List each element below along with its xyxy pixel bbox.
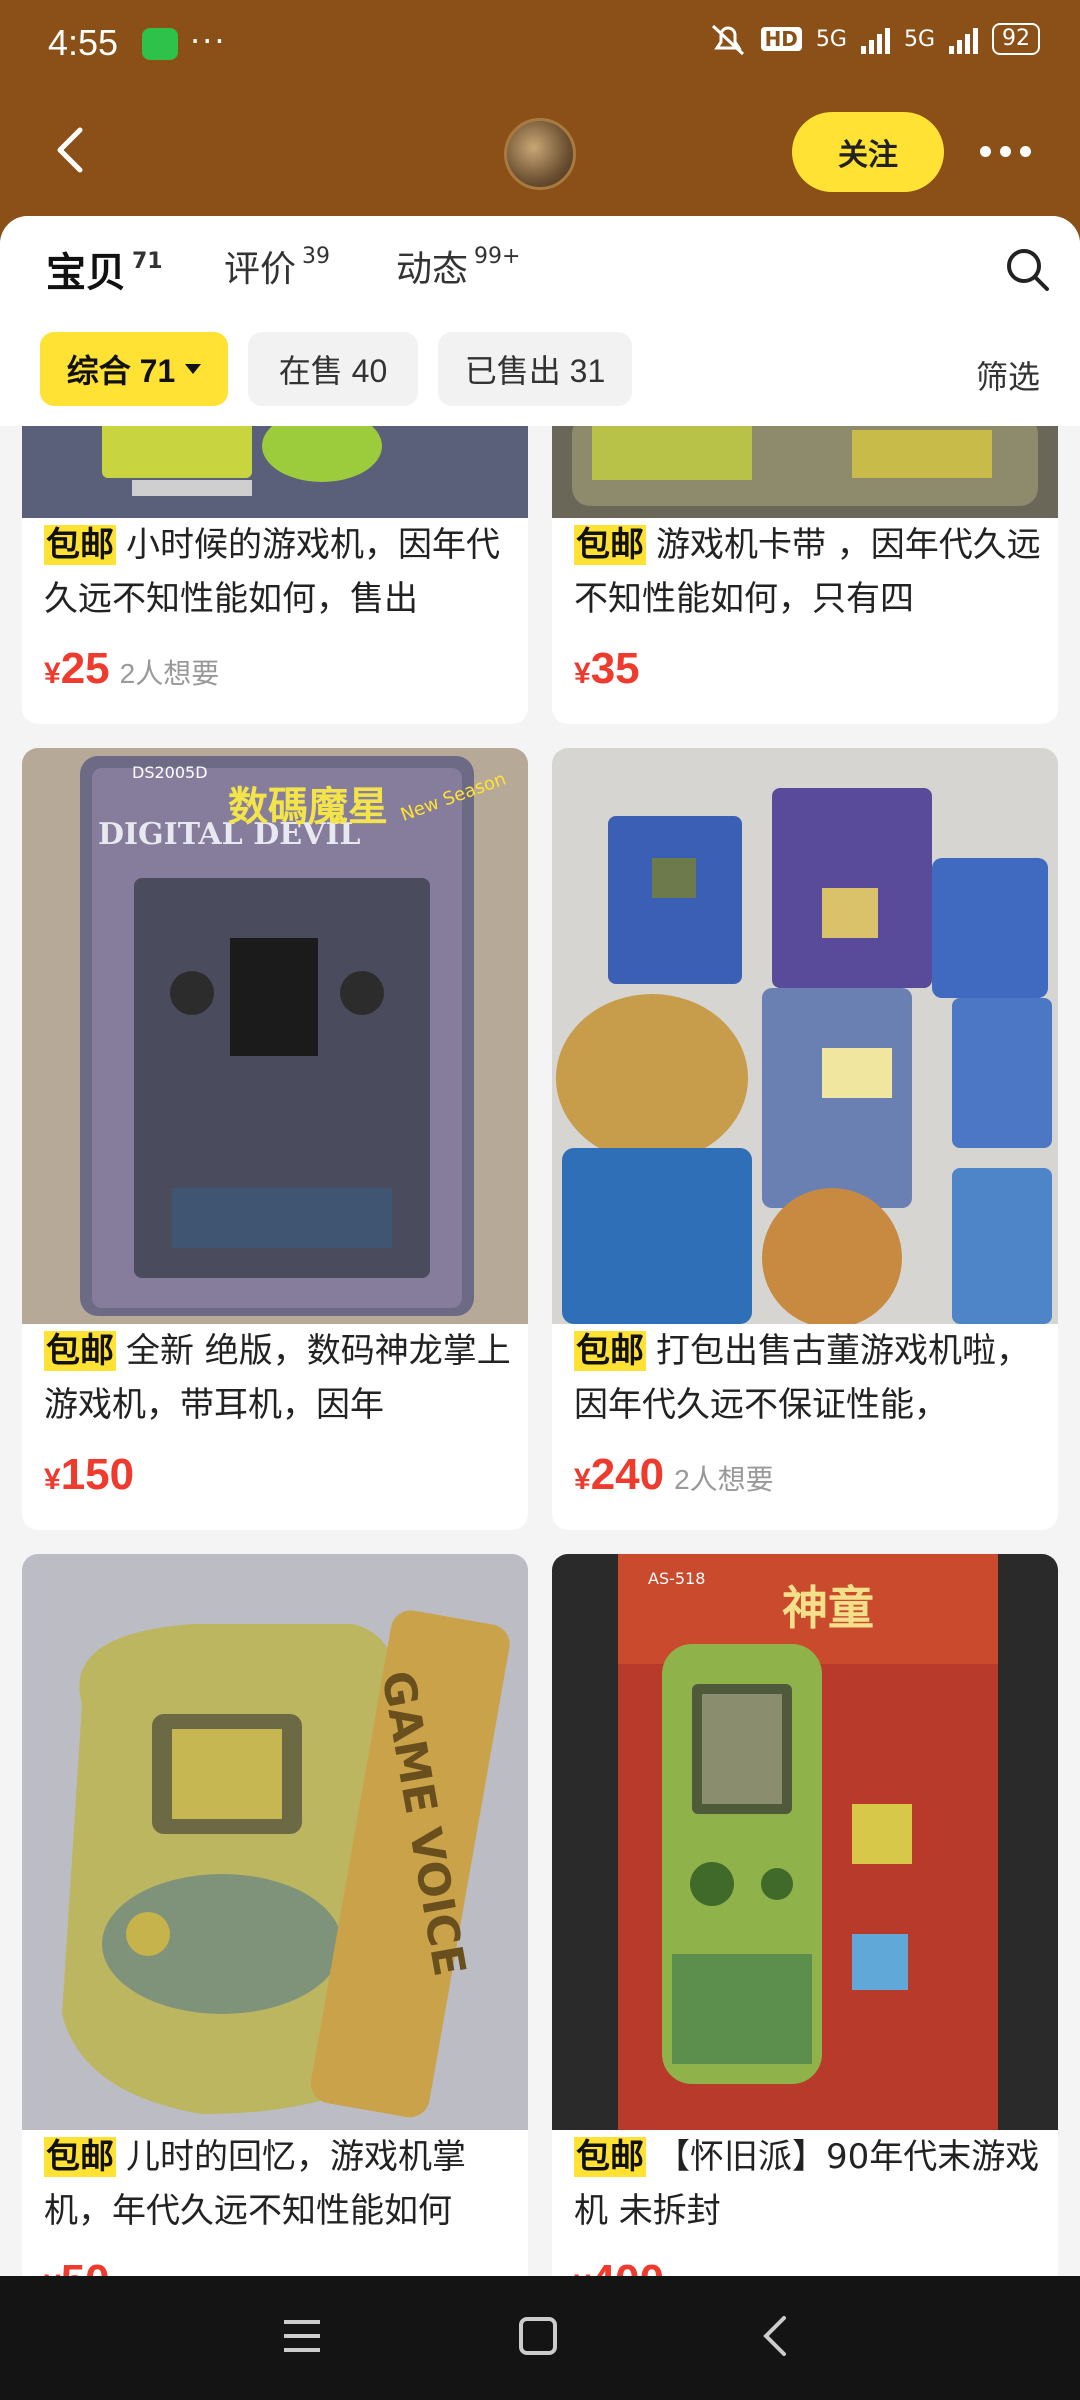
hd-icon: HD	[760, 27, 802, 51]
product-title: 包邮 小时候的游戏机，因年代久远不知性能如何，售出	[44, 518, 514, 626]
product-card[interactable]: 包邮 游戏机卡带 ，因年代久远不知性能如何，只有四 ¥35	[552, 426, 1058, 724]
menu-icon[interactable]	[282, 2316, 322, 2356]
free-shipping-badge: 包邮	[44, 2137, 116, 2177]
product-price: ¥35	[574, 644, 650, 694]
back-icon[interactable]	[756, 2316, 796, 2356]
currency-symbol: ¥	[574, 657, 591, 690]
product-card[interactable]: 包邮 小时候的游戏机，因年代久远不知性能如何，售出 ¥25 2人想要	[22, 426, 528, 724]
product-image: DIGITAL DEVIL 数碼魔星 DS2005D New Season	[22, 748, 528, 1324]
price-value: 400	[591, 2256, 664, 2276]
tab-moments[interactable]: 动态 99+	[396, 240, 520, 292]
signal-icon	[860, 24, 890, 54]
price-value: 240	[590, 1450, 665, 1499]
filter-chip-all-label: 综合 71	[66, 353, 176, 389]
free-shipping-badge: 包邮	[574, 2137, 646, 2177]
more-options-icon[interactable]	[980, 146, 1031, 157]
tab-moments-label: 动态	[396, 249, 469, 290]
currency-symbol: ¥	[574, 1463, 591, 1496]
tab-reviews-count: 39	[302, 244, 331, 269]
more-notifications-icon: ···	[190, 22, 227, 60]
free-shipping-badge: 包邮	[44, 525, 116, 565]
status-icons: HD 5G 5G 92	[709, 22, 1040, 56]
product-title: 包邮 全新 绝版，数码神龙掌上游戏机，带耳机，因年	[44, 1324, 514, 1432]
product-image: GAME VOICE	[22, 1554, 528, 2130]
filter-chip-on-sale[interactable]: 在售 40	[248, 332, 418, 406]
filter-bar: 综合 71 在售 40 已售出 31 筛选	[0, 316, 1080, 426]
product-price: ¥240 2人想要	[574, 1450, 774, 1500]
tab-moments-count: 99+	[474, 244, 521, 269]
product-price: ¥400	[574, 2256, 674, 2276]
product-grid: 包邮 小时候的游戏机，因年代久远不知性能如何，售出 ¥25 2人想要 包邮 游戏机卡带…	[0, 426, 1080, 2276]
thumb-cn-text: 数碼魔星	[228, 784, 388, 830]
free-shipping-badge: 包邮	[574, 525, 646, 565]
product-image	[552, 748, 1058, 1324]
product-price: ¥150	[44, 1450, 144, 1500]
back-arrow-icon[interactable]	[52, 126, 88, 174]
tab-reviews[interactable]: 评价 39	[224, 240, 330, 292]
seller-avatar[interactable]	[504, 118, 576, 190]
currency-symbol: ¥	[44, 2269, 61, 2276]
battery-icon: 92	[992, 23, 1040, 55]
want-count: 2人想要	[674, 1464, 774, 1495]
currency-symbol: ¥	[44, 657, 61, 690]
product-card[interactable]: 包邮 打包出售古董游戏机啦，因年代久远不保证性能， ¥240 2人想要	[552, 748, 1058, 1530]
filter-chip-all[interactable]: 综合 71	[40, 332, 228, 406]
product-title: 包邮 打包出售古董游戏机啦，因年代久远不保证性能，	[574, 1324, 1044, 1432]
product-card[interactable]: DIGITAL DEVIL 数碼魔星 DS2005D New Season 包邮…	[22, 748, 528, 1530]
product-title: 包邮 游戏机卡带 ，因年代久远不知性能如何，只有四	[574, 518, 1044, 626]
price-value: 35	[590, 644, 640, 693]
price-value: 50	[61, 2256, 110, 2276]
chevron-down-icon	[185, 364, 202, 374]
shop-header: 关注	[0, 92, 1080, 216]
product-card[interactable]: GAME VOICE 包邮儿时的回忆，游戏机掌机，年代久远不知性能如何 ¥50	[22, 1554, 528, 2276]
price-value: 25	[60, 644, 110, 693]
thumb-cn-text: 神童	[782, 1581, 874, 1635]
thumb-model-text: AS-518	[648, 1569, 705, 1588]
wechat-icon	[142, 28, 178, 60]
tab-items-count: 71	[132, 249, 163, 274]
network-5g-label-2: 5G	[903, 26, 935, 52]
product-card[interactable]: AS-518 神童 包邮【怀旧派】90年代末游戏机 未拆封 ¥400	[552, 1554, 1058, 2276]
free-shipping-badge: 包邮	[44, 1331, 116, 1371]
system-nav-bar	[0, 2276, 1080, 2400]
mute-icon	[711, 24, 744, 56]
status-bar: 4:55 ··· HD 5G 5G 92	[0, 0, 1080, 92]
product-image	[22, 426, 528, 518]
follow-button[interactable]: 关注	[792, 112, 944, 192]
price-value: 150	[60, 1450, 135, 1499]
currency-symbol: ¥	[574, 2269, 591, 2276]
tab-items-label: 宝贝	[46, 250, 126, 296]
signal-icon-2	[949, 24, 978, 54]
tab-items[interactable]: 宝贝 71	[46, 240, 163, 298]
currency-symbol: ¥	[44, 1463, 61, 1496]
product-title: 包邮 【怀旧派】90年代末游戏机 未拆封	[574, 2130, 1044, 2238]
filter-button[interactable]: 筛选	[976, 352, 1040, 398]
product-image: AS-518 神童	[552, 1554, 1058, 2130]
product-title: 包邮 儿时的回忆，游戏机掌机，年代久远不知性能如何	[44, 2130, 514, 2238]
content-panel: 宝贝 71 评价 39 动态 99+ 综合 71 在售 40 已售出 31 筛选 包邮…	[0, 216, 1080, 2276]
free-shipping-badge: 包邮	[574, 1331, 646, 1371]
network-5g-label: 5G	[815, 26, 847, 52]
thumb-model-text: DS2005D	[132, 763, 208, 782]
status-time: 4:55	[48, 22, 119, 63]
home-icon[interactable]	[518, 2316, 558, 2356]
product-image	[552, 426, 1058, 518]
tab-bar: 宝贝 71 评价 39 动态 99+	[0, 216, 1080, 316]
want-count: 2人想要	[119, 658, 220, 689]
filter-chip-sold[interactable]: 已售出 31	[438, 332, 632, 406]
product-price: ¥50	[44, 2256, 120, 2276]
tab-reviews-label: 评价	[224, 249, 297, 290]
search-icon[interactable]	[1004, 246, 1050, 292]
product-price: ¥25 2人想要	[44, 644, 219, 694]
